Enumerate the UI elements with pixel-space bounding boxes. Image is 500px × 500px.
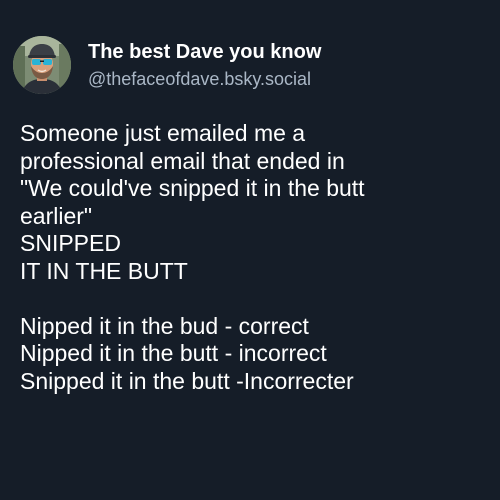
display-name[interactable]: The best Dave you know: [88, 40, 321, 64]
avatar[interactable]: [13, 36, 71, 94]
post-line: IT IN THE BUTT: [20, 257, 188, 284]
post-header: The best Dave you know @thefaceofdave.bs…: [13, 36, 321, 94]
post-line: earlier": [20, 202, 93, 229]
post-text: Someone just emailed me a professional e…: [20, 120, 490, 395]
post-line: Nipped it in the butt - incorrect: [20, 340, 327, 366]
profile-photo-icon: [13, 36, 71, 94]
post-line: Snipped it in the butt -Incorrecter: [20, 367, 354, 394]
post-line: professional email that ended in: [20, 147, 345, 174]
post-line: Someone just emailed me a: [20, 120, 306, 146]
handle[interactable]: @thefaceofdave.bsky.social: [88, 67, 321, 91]
post-line: Nipped it in the bud - correct: [20, 312, 309, 339]
post-line: "We could've snipped it in the butt: [20, 175, 365, 201]
post-line: SNIPPED: [20, 230, 121, 256]
author-info: The best Dave you know @thefaceofdave.bs…: [88, 40, 321, 91]
